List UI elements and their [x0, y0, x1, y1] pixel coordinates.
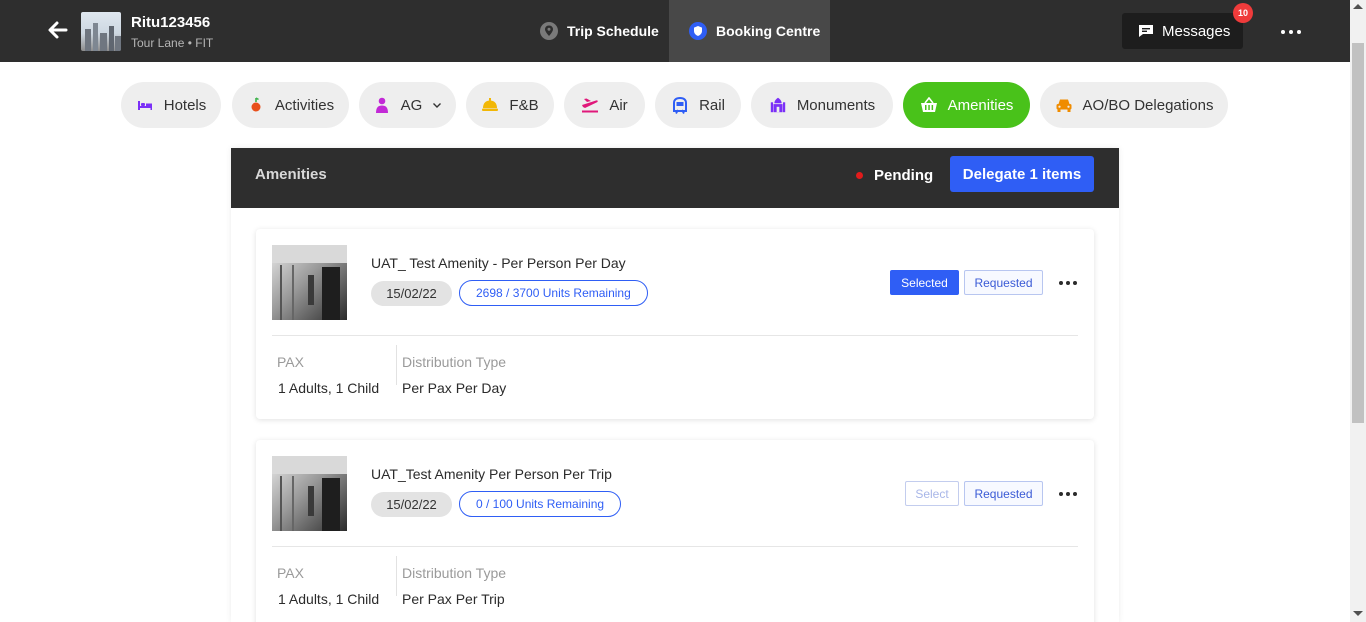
tab-booking-centre-label: Booking Centre	[716, 23, 821, 39]
units-remaining-badge: 2698 / 3700 Units Remaining	[459, 280, 648, 306]
category-monuments-label: Monuments	[796, 96, 876, 114]
pax-label: PAX	[277, 565, 304, 581]
pax-value: 1 Adults, 1 Child	[278, 380, 380, 396]
field-divider	[396, 556, 397, 596]
bed-icon	[136, 96, 154, 114]
chevron-down-icon	[433, 102, 442, 108]
category-amenities-label: Amenities	[947, 96, 1014, 114]
category-rail[interactable]: Rail	[655, 82, 741, 128]
guide-person-icon	[373, 96, 391, 114]
tab-trip-schedule-label: Trip Schedule	[567, 23, 659, 39]
panel-title: Amenities	[255, 166, 327, 183]
messages-button[interactable]: Messages	[1122, 13, 1243, 49]
category-hotels[interactable]: Hotels	[121, 82, 221, 128]
firework-icon	[247, 96, 265, 114]
car-icon	[1055, 96, 1073, 114]
delegate-items-button[interactable]: Delegate 1 items	[950, 156, 1094, 192]
pax-value: 1 Adults, 1 Child	[278, 591, 380, 607]
category-rail-label: Rail	[699, 96, 725, 114]
card-divider	[272, 335, 1078, 336]
trip-avatar	[81, 12, 121, 51]
category-aobo-label: AO/BO Delegations	[1082, 96, 1214, 114]
airplane-icon	[581, 96, 599, 114]
distribution-type-label: Distribution Type	[402, 354, 507, 370]
scroll-up-arrow-icon[interactable]	[1353, 4, 1363, 9]
tab-booking-centre[interactable]: Booking Centre	[669, 0, 830, 62]
monument-icon	[769, 96, 787, 114]
messages-count-badge: 10	[1233, 3, 1253, 23]
category-fnb-label: F&B	[509, 96, 539, 114]
distribution-type-value: Per Pax Per Day	[402, 380, 507, 396]
pax-label: PAX	[277, 354, 304, 370]
select-button[interactable]: Select	[905, 481, 959, 506]
distribution-type-value: Per Pax Per Trip	[402, 591, 505, 607]
card-more-options-icon[interactable]	[1059, 492, 1077, 496]
category-fnb[interactable]: F&B	[466, 82, 554, 128]
user-subtitle: Tour Lane • FIT	[131, 36, 214, 50]
pending-status-dot-icon	[856, 172, 863, 179]
units-remaining-badge: 0 / 100 Units Remaining	[459, 491, 622, 517]
category-hotels-label: Hotels	[163, 96, 207, 114]
category-air-label: Air	[609, 96, 628, 114]
pending-status-label: Pending	[874, 167, 934, 184]
card-more-options-icon[interactable]	[1059, 281, 1077, 285]
card-divider	[272, 546, 1078, 547]
scroll-down-arrow-icon[interactable]	[1353, 611, 1363, 616]
more-menu-icon[interactable]	[1281, 30, 1301, 34]
back-arrow-icon[interactable]	[44, 16, 72, 44]
category-ag-label: AG	[400, 96, 423, 114]
field-divider	[396, 345, 397, 385]
selected-button[interactable]: Selected	[890, 270, 959, 295]
amenity-title: UAT_Test Amenity Per Person Per Trip	[371, 466, 612, 482]
category-monuments[interactable]: Monuments	[751, 82, 893, 128]
amenity-thumbnail	[272, 456, 347, 531]
train-icon	[671, 96, 689, 114]
basket-icon	[920, 96, 938, 114]
category-air[interactable]: Air	[564, 82, 645, 128]
distribution-type-label: Distribution Type	[402, 565, 507, 581]
category-aobo-delegations[interactable]: AO/BO Delegations	[1040, 82, 1228, 128]
user-name: Ritu123456	[131, 14, 211, 31]
scrollbar-thumb[interactable]	[1352, 43, 1364, 423]
amenity-thumbnail	[272, 245, 347, 320]
shield-icon	[689, 22, 707, 40]
service-bell-icon	[481, 96, 499, 114]
category-activities[interactable]: Activities	[232, 82, 349, 128]
messages-label: Messages	[1162, 22, 1231, 40]
category-amenities[interactable]: Amenities	[903, 82, 1030, 128]
amenity-date-badge: 15/02/22	[371, 492, 452, 517]
category-activities-label: Activities	[274, 96, 335, 114]
chat-bubble-icon	[1139, 25, 1153, 37]
category-ag-dropdown[interactable]: AG	[359, 82, 456, 128]
amenity-date-badge: 15/02/22	[371, 281, 452, 306]
amenity-card: UAT_Test Amenity Per Person Per Trip 15/…	[256, 440, 1094, 622]
requested-button[interactable]: Requested	[964, 481, 1043, 506]
requested-button[interactable]: Requested	[964, 270, 1043, 295]
location-pin-icon	[540, 22, 558, 40]
tab-trip-schedule[interactable]: Trip Schedule	[540, 0, 660, 62]
amenity-title: UAT_ Test Amenity - Per Person Per Day	[371, 255, 626, 271]
amenity-card: UAT_ Test Amenity - Per Person Per Day 1…	[256, 229, 1094, 419]
